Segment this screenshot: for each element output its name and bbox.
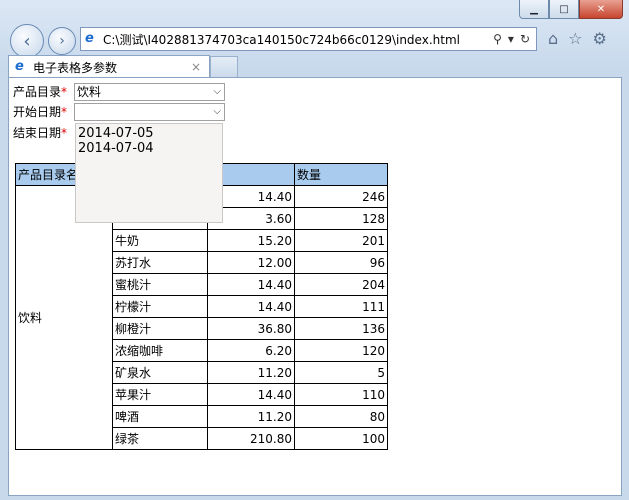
quantity-cell: 5: [294, 361, 388, 384]
category-select-value: 饮料: [77, 85, 102, 99]
price-cell: 11.20: [207, 405, 295, 428]
forward-arrow-icon: ›: [59, 33, 65, 49]
quantity-cell: 80: [294, 405, 388, 428]
dropdown-icon[interactable]: ▾: [508, 32, 514, 46]
ie-tab-icon: e: [15, 59, 24, 74]
end-date-row: 结束日期*: [13, 123, 67, 141]
category-select[interactable]: 饮料 ⌵: [74, 83, 225, 101]
close-button[interactable]: ✕: [579, 0, 623, 19]
quantity-cell: 136: [294, 317, 388, 340]
toolbar-icons: ⌂ ☆ ⚙: [548, 29, 607, 48]
required-mark: *: [61, 125, 68, 140]
window-controls: ▁ □ ✕: [519, 0, 623, 20]
back-button[interactable]: ‹: [10, 24, 44, 58]
name-cell: 牛奶: [112, 229, 208, 252]
price-cell: 6.20: [207, 339, 295, 362]
name-cell: 蜜桃汁: [112, 273, 208, 296]
quantity-cell: 204: [294, 273, 388, 296]
name-cell: 矿泉水: [112, 361, 208, 384]
tab-close-icon[interactable]: ×: [191, 60, 209, 74]
quantity-cell: 110: [294, 383, 388, 406]
tab-title: 电子表格多参数: [33, 60, 118, 75]
quantity-cell: 100: [294, 427, 388, 450]
price-cell: 15.20: [207, 229, 295, 252]
end-date-listbox[interactable]: 2014-07-05 2014-07-04: [75, 123, 223, 223]
category-label: 产品目录: [13, 84, 62, 99]
page-content: 产品目录* 饮料 ⌵ 开始日期* ⌵ 结束日期* 2014-07-05 2014…: [8, 77, 622, 496]
category-row: 产品目录*: [13, 82, 67, 100]
header-quantity: 数量: [294, 163, 388, 186]
minimize-icon: ▁: [530, 3, 538, 15]
price-cell: 14.40: [207, 383, 295, 406]
price-cell: 210.80: [207, 427, 295, 450]
address-text: C:\测试\I402881374703ca140150c724b66c0129\…: [103, 32, 460, 47]
date-option[interactable]: 2014-07-04: [78, 141, 220, 156]
required-mark: *: [61, 84, 68, 99]
quantity-cell: 111: [294, 295, 388, 318]
ie-logo-icon: e: [85, 31, 94, 46]
minimize-button[interactable]: ▁: [519, 0, 549, 19]
chevron-down-icon: ⌵: [213, 106, 221, 117]
maximize-button[interactable]: □: [549, 0, 579, 19]
name-cell: 啤酒: [112, 405, 208, 428]
name-cell: 柳橙汁: [112, 317, 208, 340]
search-icon[interactable]: ⚲: [493, 32, 502, 46]
name-cell: 苏打水: [112, 251, 208, 274]
quantity-cell: 96: [294, 251, 388, 274]
quantity-cell: 128: [294, 207, 388, 230]
price-cell: 36.80: [207, 317, 295, 340]
address-bar[interactable]: e C:\测试\I402881374703ca140150c724b66c012…: [80, 27, 537, 51]
favorites-star-icon[interactable]: ☆: [568, 29, 582, 48]
browser-window: ▁ □ ✕ ‹ › e C:\测试\I402881374703ca140150c…: [0, 0, 629, 500]
maximize-icon: □: [559, 3, 569, 15]
settings-gear-icon[interactable]: ⚙: [593, 29, 607, 48]
quantity-cell: 120: [294, 339, 388, 362]
start-date-select[interactable]: ⌵: [74, 103, 225, 121]
quantity-cell: 201: [294, 229, 388, 252]
name-cell: 绿茶: [112, 427, 208, 450]
close-icon: ✕: [596, 3, 606, 15]
category-cell: 饮料: [15, 185, 113, 450]
forward-button[interactable]: ›: [48, 27, 76, 55]
end-date-label: 结束日期: [13, 125, 62, 140]
home-icon[interactable]: ⌂: [548, 29, 558, 48]
name-cell: 浓缩咖啡: [112, 339, 208, 362]
refresh-icon[interactable]: ↻: [520, 32, 530, 46]
back-arrow-icon: ‹: [23, 30, 31, 52]
price-cell: 12.00: [207, 251, 295, 274]
required-mark: *: [61, 104, 68, 119]
start-date-row: 开始日期*: [13, 102, 67, 120]
quantity-cell: 246: [294, 185, 388, 208]
new-tab-button[interactable]: [210, 56, 238, 77]
name-cell: 柠檬汁: [112, 295, 208, 318]
start-date-label: 开始日期: [13, 104, 62, 119]
tab-active[interactable]: e 电子表格多参数 ×: [8, 55, 210, 78]
price-cell: 14.40: [207, 295, 295, 318]
chevron-down-icon: ⌵: [213, 86, 221, 97]
price-cell: 11.20: [207, 361, 295, 384]
name-cell: 苹果汁: [112, 383, 208, 406]
price-cell: 14.40: [207, 273, 295, 296]
date-option[interactable]: 2014-07-05: [78, 126, 220, 141]
